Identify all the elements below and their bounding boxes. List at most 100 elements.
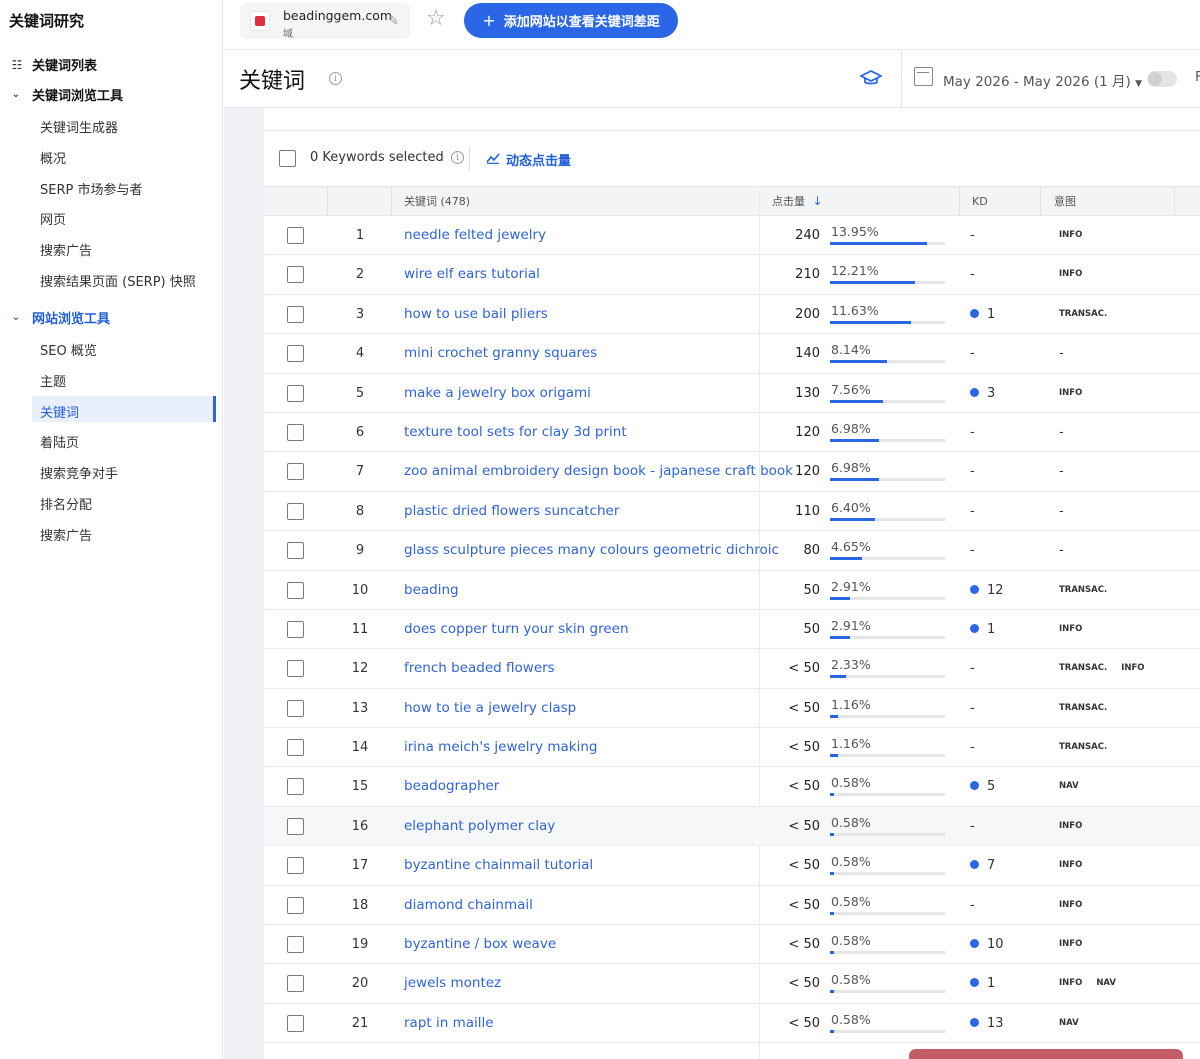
table-row[interactable]: 19 byzantine / box weave < 50 0.58% 10 INFO [264, 925, 1200, 965]
keyword-link[interactable]: diamond chainmail [404, 886, 533, 925]
sidebar-item-topics[interactable]: 主题 [40, 371, 66, 390]
row-checkbox[interactable] [287, 778, 304, 796]
info-icon[interactable]: i [329, 72, 342, 85]
keyword-link[interactable]: how to tie a jewelry clasp [404, 689, 576, 728]
row-checkbox[interactable] [287, 739, 304, 757]
table-row[interactable]: 12 french beaded flowers < 50 2.33% - TRANSAC… [264, 649, 1200, 689]
table-row[interactable]: 13 how to tie a jewelry clasp < 50 1.16% - TR… [264, 689, 1200, 729]
star-icon[interactable]: ☆ [426, 6, 446, 31]
keyword-link[interactable]: plastic dried flowers suncatcher [404, 492, 619, 531]
keyword-link[interactable]: make a jewelry box origami [404, 374, 591, 413]
row-checkbox[interactable] [287, 502, 304, 520]
sidebar-item-search-ads[interactable]: 搜索广告 [40, 240, 92, 259]
keyword-link[interactable]: mini crochet granny squares [404, 334, 597, 373]
keyword-link[interactable]: beading [404, 571, 459, 610]
keyword-link[interactable]: jewels montez [404, 964, 501, 1003]
academy-icon[interactable] [858, 68, 884, 93]
row-checkbox[interactable] [287, 581, 304, 599]
table-row[interactable]: 1 needle felted jewelry 240 13.95% - INFO [264, 216, 1200, 256]
select-all-checkbox[interactable] [279, 150, 296, 167]
keyword-link[interactable]: how to use bail pliers [404, 295, 548, 334]
row-checkbox[interactable] [287, 266, 304, 284]
row-checkbox[interactable] [287, 384, 304, 402]
table-row[interactable]: 20 jewels montez < 50 0.58% 1 INFO NAV [264, 964, 1200, 1004]
row-checkbox[interactable] [287, 345, 304, 363]
clicks-value: < 50 [788, 779, 820, 795]
compare-toggle[interactable] [1147, 71, 1177, 87]
keyword-link[interactable]: byzantine chainmail tutorial [404, 846, 593, 885]
table-row[interactable]: 6 texture tool sets for clay 3d print 120 6… [264, 413, 1200, 453]
row-checkbox[interactable] [287, 660, 304, 678]
table-row[interactable]: 18 diamond chainmail < 50 0.58% - INFO [264, 886, 1200, 926]
row-checkbox[interactable] [287, 227, 304, 244]
row-checkbox[interactable] [287, 896, 304, 914]
keyword-link[interactable]: rapt in maille [404, 1004, 494, 1043]
domain-selector[interactable]: beadinggem.com 域 ✎ [240, 3, 410, 40]
sidebar-item-pages[interactable]: 网页 [40, 209, 66, 228]
table-row[interactable]: 9 glass sculpture pieces many colours geo… [264, 531, 1200, 571]
kd-value: - [970, 334, 975, 373]
row-checkbox[interactable] [287, 975, 304, 993]
table-row[interactable]: 4 mini crochet granny squares 140 8.14% - - [264, 334, 1200, 374]
sidebar-item-landing-pages[interactable]: 着陆页 [40, 432, 79, 451]
row-checkbox[interactable] [287, 936, 304, 954]
page-title-text: 关键词 [239, 69, 306, 94]
sidebar-item-serp-snapshot[interactable]: 搜索结果页面 (SERP) 快照 [40, 271, 196, 290]
dynamic-clicks-button[interactable]: 动态点击量 [486, 150, 571, 169]
sidebar-item-rank-distribution[interactable]: 排名分配 [40, 494, 92, 513]
sidebar-section-keyword-explorer[interactable]: ⌄ 关键词浏览工具 [9, 85, 123, 104]
column-header-kd[interactable]: KD [972, 187, 988, 216]
row-checkbox[interactable] [287, 1014, 304, 1032]
calendar-icon[interactable] [914, 67, 933, 86]
add-site-button[interactable]: + 添加网站以查看关键词差距 [464, 3, 678, 38]
sidebar-section-site-explorer[interactable]: ⌄ 网站浏览工具 [9, 308, 110, 327]
table-row[interactable]: 15 beadographer < 50 0.58% 5 NAV [264, 767, 1200, 807]
table-row[interactable]: 8 plastic dried flowers suncatcher 110 6.40… [264, 492, 1200, 532]
column-header-keyword[interactable]: 关键词 (478) [404, 187, 470, 216]
sidebar-item-site-search-ads[interactable]: 搜索广告 [40, 525, 92, 544]
table-row[interactable]: 14 irina meich's jewelry making < 50 1.16% -… [264, 728, 1200, 768]
table-row[interactable]: 7 zoo animal embroidery design book - jap… [264, 452, 1200, 492]
edit-icon[interactable]: ✎ [388, 14, 399, 29]
row-checkbox[interactable] [287, 305, 304, 323]
keyword-link[interactable]: needle felted jewelry [404, 216, 546, 255]
keyword-link[interactable]: french beaded flowers [404, 649, 555, 688]
keyword-link[interactable]: does copper turn your skin green [404, 610, 629, 649]
sidebar-item-overview[interactable]: 概况 [40, 148, 66, 167]
table-row[interactable]: 11 does copper turn your skin green 50 2.91… [264, 610, 1200, 650]
row-checkbox[interactable] [287, 620, 304, 638]
sidebar-item-keyword-list[interactable]: ☷ 关键词列表 [9, 55, 97, 75]
table-row[interactable]: 10 beading 50 2.91% 12 TRANSAC. [264, 571, 1200, 610]
date-range-picker[interactable]: May 2026 - May 2026 (1 月) ▼ [943, 70, 1142, 90]
row-checkbox[interactable] [287, 817, 304, 835]
keyword-link[interactable]: beadographer [404, 767, 499, 806]
sidebar-item-seo-overview[interactable]: SEO 概览 [40, 340, 97, 359]
column-header-intent[interactable]: 意图 [1054, 187, 1076, 216]
table-row[interactable]: 2 wire elf ears tutorial 210 12.21% - INFO [264, 255, 1200, 295]
row-checkbox[interactable] [287, 423, 304, 441]
keyword-link[interactable]: byzantine / box weave [404, 925, 556, 964]
floating-banner[interactable] [909, 1049, 1183, 1059]
keyword-link[interactable]: wire elf ears tutorial [404, 255, 540, 294]
sidebar-item-serp-players[interactable]: SERP 市场参与者 [40, 179, 142, 198]
table-row[interactable]: 21 rapt in maille < 50 0.58% 13 NAV [264, 1004, 1200, 1044]
table-row[interactable]: 3 how to use bail pliers 200 11.63% 1 TRANSAC… [264, 295, 1200, 335]
sidebar-item-keywords[interactable]: 关键词 [40, 402, 79, 421]
column-header-clicks[interactable]: 点击量 ↓ [772, 187, 823, 216]
row-checkbox[interactable] [287, 857, 304, 875]
row-checkbox[interactable] [287, 699, 304, 717]
keyword-link[interactable]: zoo animal embroidery design book - japa… [404, 452, 793, 491]
sidebar-item-keyword-generator[interactable]: 关键词生成器 [40, 117, 118, 136]
info-icon[interactable]: i [450, 151, 464, 164]
row-checkbox[interactable] [287, 463, 304, 481]
table-row[interactable]: 17 byzantine chainmail tutorial < 50 0.58% 7… [264, 846, 1200, 886]
keyword-link[interactable]: glass sculpture pieces many colours geom… [404, 531, 779, 570]
row-checkbox[interactable] [287, 542, 304, 560]
table-row[interactable]: 5 make a jewelry box origami 130 7.56% 3 INFO [264, 374, 1200, 413]
table-row[interactable]: 16 elephant polymer clay < 50 0.58% - INFO [264, 806, 1200, 847]
keyword-link[interactable]: irina meich's jewelry making [404, 728, 598, 767]
keyword-link[interactable]: elephant polymer clay [404, 807, 555, 846]
sidebar-item-competitors[interactable]: 搜索竞争对手 [40, 463, 118, 482]
keyword-link[interactable]: texture tool sets for clay 3d print [404, 413, 627, 452]
intent-badge: NAV [1059, 781, 1079, 792]
